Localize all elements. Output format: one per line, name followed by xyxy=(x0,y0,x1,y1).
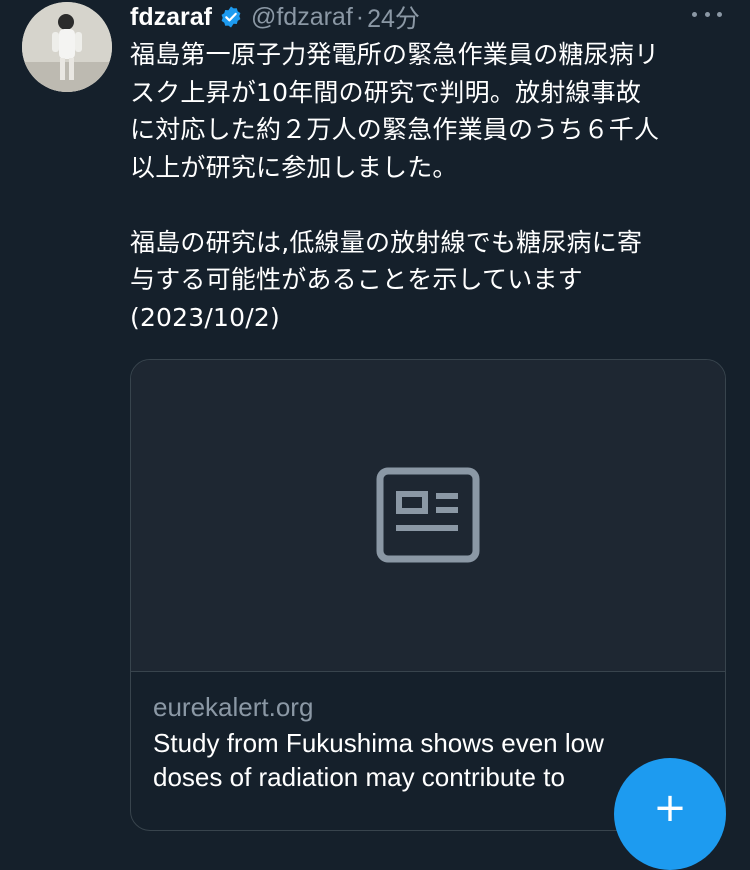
tweet[interactable]: fdzaraf @fdzaraf · 24分 福島第一原子力発電所の緊急作業員の… xyxy=(0,0,750,870)
tweet-text-line: スク上昇が10年間の研究で判明。放射線事故 xyxy=(130,77,642,107)
compose-button[interactable]: + xyxy=(614,758,726,870)
display-name[interactable]: fdzaraf xyxy=(130,3,212,32)
tweet-text-line: 福島の研究は,低線量の放射線でも糖尿病に寄 xyxy=(130,227,643,257)
more-dots-icon[interactable] xyxy=(692,4,722,24)
verified-badge-icon xyxy=(219,5,243,29)
avatar[interactable] xyxy=(22,2,112,92)
timestamp[interactable]: 24分 xyxy=(367,0,420,35)
card-title: Study from Fukushima shows even low dose… xyxy=(153,726,703,794)
handle[interactable]: @fdzaraf xyxy=(251,3,353,32)
news-article-icon xyxy=(376,467,480,563)
tweet-text-line: (2023/10/2) xyxy=(130,302,280,332)
separator-dot: · xyxy=(355,2,365,31)
tweet-text-line: 与する可能性があることを示しています xyxy=(130,265,583,294)
tweet-text-line: 以上が研究に参加しました。 xyxy=(130,152,458,182)
link-card[interactable]: eurekalert.org Study from Fukushima show… xyxy=(130,359,726,831)
plus-icon: + xyxy=(653,785,687,831)
card-media[interactable] xyxy=(131,360,725,672)
tweet-text-line: に対応した約２万人の緊急作業員のうち６千人 xyxy=(130,115,660,144)
tweet-text-line: 福島第一原子力発電所の緊急作業員の糖尿病リ xyxy=(130,40,660,69)
card-title-line: Study from Fukushima shows even low xyxy=(153,728,604,758)
card-domain: eurekalert.org xyxy=(153,692,314,722)
tweet-header: fdzaraf @fdzaraf · 24分 xyxy=(130,0,420,35)
tweet-text: 福島第一原子力発電所の緊急作業員の糖尿病リ スク上昇が10年間の研究で判明。放射… xyxy=(130,36,720,336)
